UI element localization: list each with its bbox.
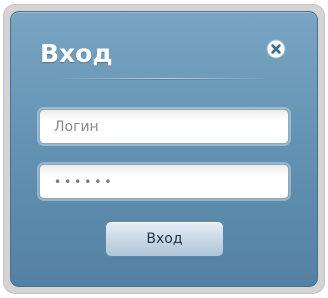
password-input[interactable]	[39, 164, 289, 199]
title-divider-shadow	[58, 79, 270, 80]
login-button[interactable]: Вход	[105, 221, 224, 257]
login-input[interactable]	[39, 109, 289, 144]
dialog-title: Вход	[40, 39, 113, 68]
close-icon[interactable]	[266, 39, 286, 59]
